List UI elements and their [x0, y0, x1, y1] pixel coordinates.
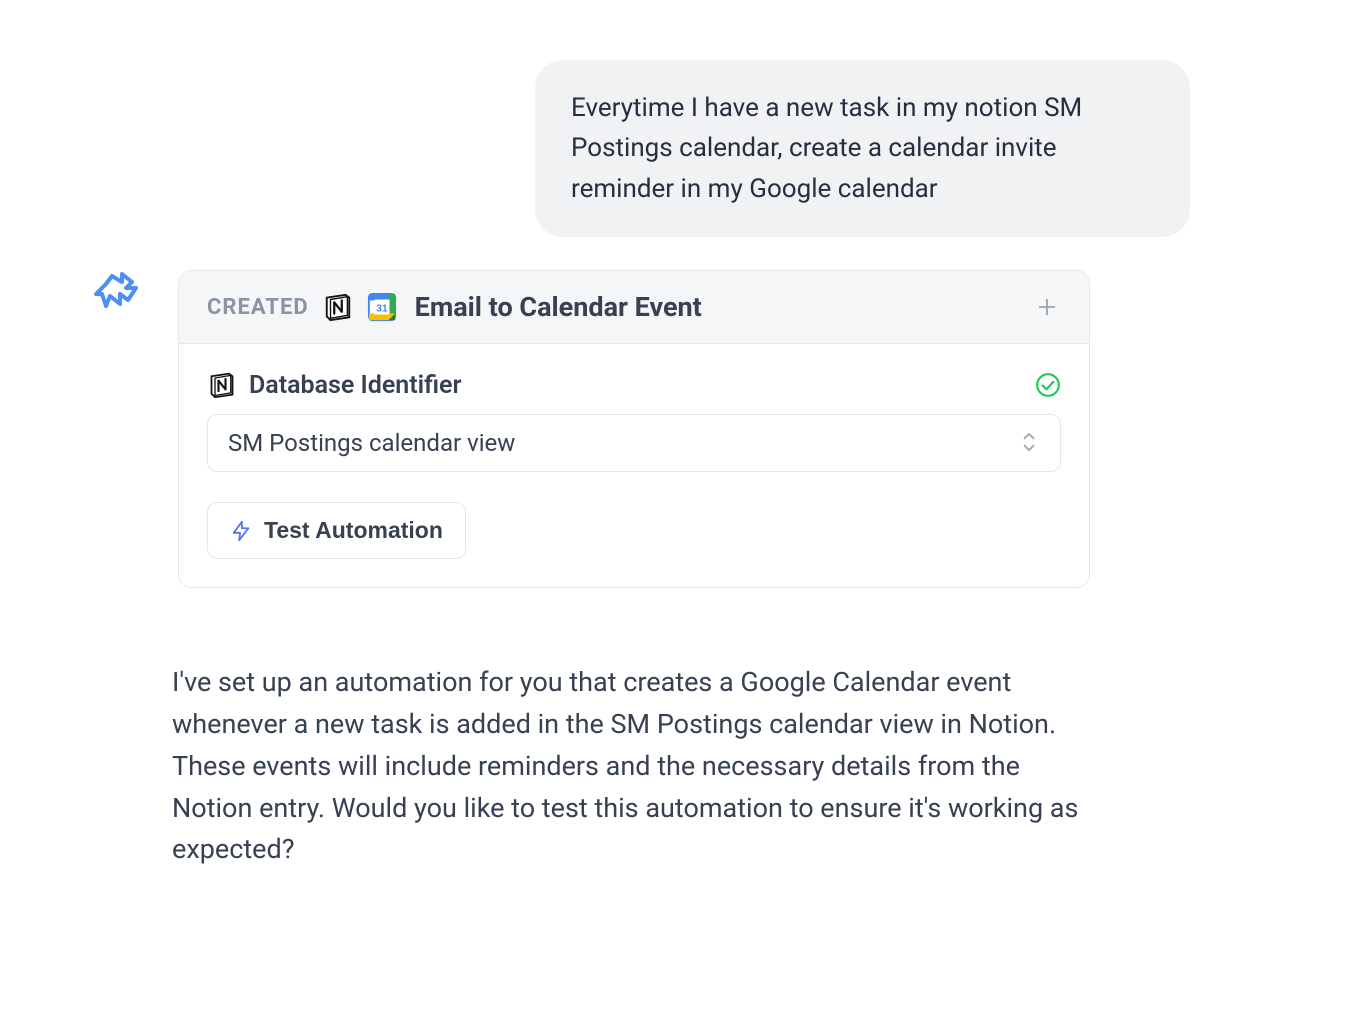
- test-automation-button[interactable]: Test Automation: [207, 502, 466, 559]
- field-label-row: Database Identifier: [207, 370, 1061, 400]
- status-badge: CREATED: [207, 295, 309, 320]
- field-label: Database Identifier: [249, 371, 462, 400]
- svg-text:31: 31: [376, 304, 388, 315]
- automation-title: Email to Calendar Event: [415, 291, 702, 323]
- notion-icon: [207, 370, 237, 400]
- database-identifier-select[interactable]: SM Postings calendar view: [207, 414, 1061, 472]
- chevron-updown-icon: [1020, 429, 1040, 457]
- add-automation-button[interactable]: [1033, 293, 1061, 321]
- user-message-text: Everytime I have a new task in my notion…: [571, 93, 1082, 204]
- assistant-reply: I've set up an automation for you that c…: [172, 662, 1092, 871]
- bolt-icon: [230, 520, 252, 542]
- check-icon: [1035, 372, 1061, 398]
- test-button-label: Test Automation: [264, 517, 443, 544]
- google-calendar-icon: 31: [367, 292, 397, 322]
- automation-card-body: Database Identifier SM Postings calendar…: [179, 344, 1089, 587]
- notion-icon: [323, 292, 353, 322]
- select-value: SM Postings calendar view: [228, 429, 515, 457]
- assistant-reply-text: I've set up an automation for you that c…: [172, 666, 1078, 865]
- user-message-bubble: Everytime I have a new task in my notion…: [535, 60, 1190, 237]
- assistant-avatar-icon: [92, 270, 140, 318]
- automation-card: CREATED 31 Email to Calendar Event: [178, 270, 1090, 588]
- automation-card-header: CREATED 31 Email to Calendar Event: [179, 271, 1089, 344]
